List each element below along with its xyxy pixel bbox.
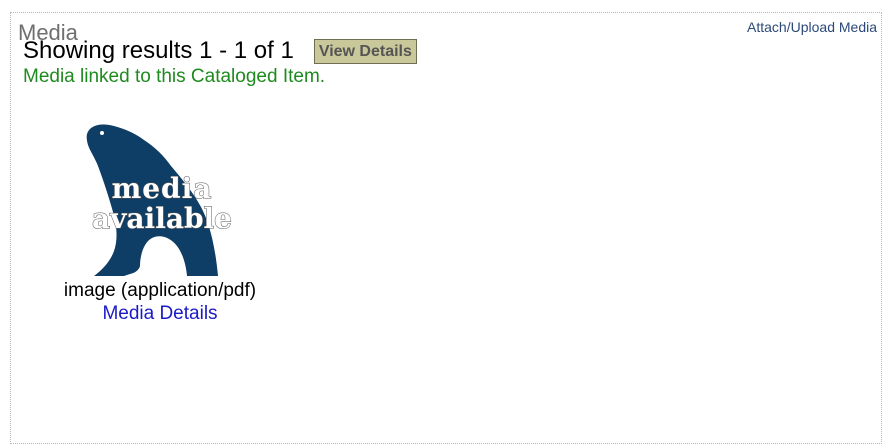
results-summary: Showing results 1 - 1 of 1 [23, 37, 294, 64]
media-details-link[interactable]: Media Details [102, 302, 217, 325]
attach-upload-media-link[interactable]: Attach/Upload Media [747, 18, 877, 36]
thumbnail-text-media: media [112, 172, 213, 205]
linked-message: Media linked to this Cataloged Item. [23, 66, 326, 87]
results-row: Showing results 1 - 1 of 1 View Details [23, 36, 417, 66]
view-details-button[interactable]: View Details [313, 38, 417, 64]
media-available-thumbnail[interactable]: media available [80, 116, 240, 276]
media-caption: image (application/pdf) [63, 280, 257, 301]
media-item: media available image (application/pdf) … [48, 116, 272, 325]
thumbnail-text-available: available [92, 202, 232, 235]
